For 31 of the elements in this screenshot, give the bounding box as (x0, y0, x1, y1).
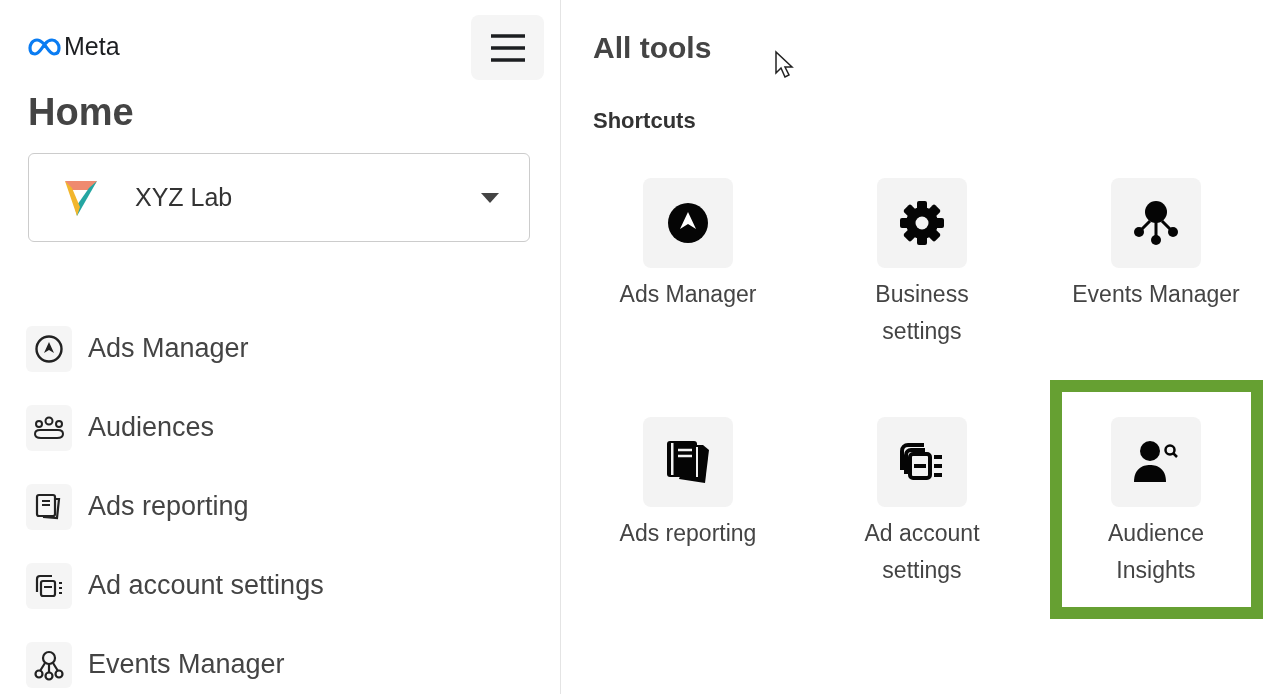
sidebar-item[interactable]: Events Manager (26, 625, 285, 694)
menu-button[interactable] (471, 15, 544, 80)
shortcut-tile[interactable]: Ads reporting (581, 380, 795, 619)
shortcut-tile[interactable]: Audience Insights (1049, 380, 1263, 619)
documents-icon (665, 439, 711, 485)
dropdown-caret-icon (481, 192, 499, 203)
shortcut-tile[interactable]: Business settings (815, 141, 1029, 380)
mouse-pointer-icon (774, 50, 794, 78)
sidebar-item[interactable]: Ads reporting (26, 467, 249, 546)
shortcut-tile[interactable]: Ads Manager (581, 141, 795, 380)
compass-icon (34, 333, 64, 364)
subsection-title: Shortcuts (593, 107, 696, 135)
sidebar-item[interactable]: Ads Manager (26, 309, 249, 388)
infinity-logo-icon (28, 36, 62, 57)
people-icon (33, 414, 65, 441)
sidebar-item[interactable]: Ad account settings (26, 546, 324, 625)
account-name: XYZ Lab (135, 183, 234, 212)
page-title: Home (28, 90, 134, 135)
logo-text: Meta (64, 32, 120, 61)
compass-icon (667, 202, 709, 244)
shortcut-tile[interactable]: Ad account settings (815, 380, 1029, 619)
account-dropdown[interactable]: XYZ Lab (28, 153, 530, 242)
network-icon (33, 648, 65, 681)
network-icon (1133, 200, 1179, 246)
settings-icon (899, 200, 945, 246)
sidebar-item[interactable]: Audiences (26, 388, 215, 467)
stacked-cards-icon (899, 442, 945, 482)
section-title: All tools (593, 30, 712, 66)
menu-icon (489, 32, 526, 63)
person-search-icon (1133, 440, 1179, 484)
shortcut-tile[interactable]: Events Manager (1049, 141, 1263, 380)
